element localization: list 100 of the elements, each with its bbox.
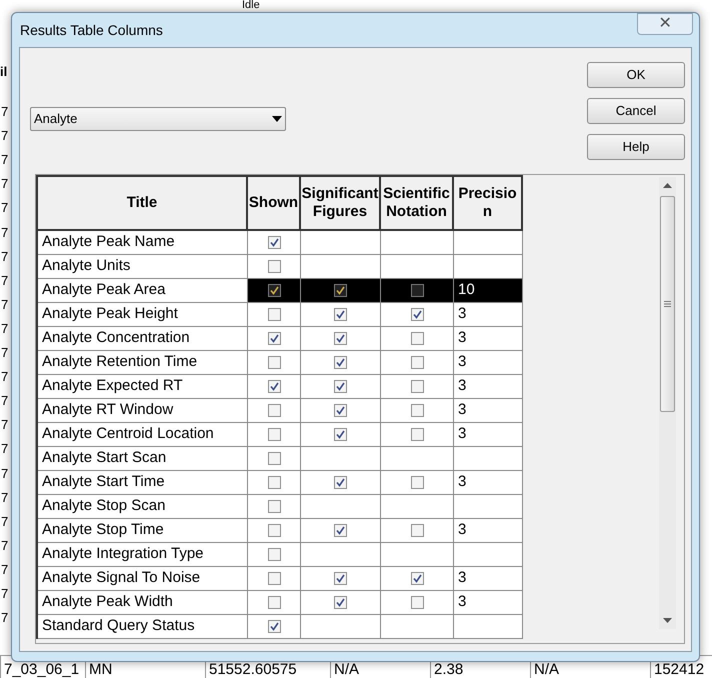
- dialog-button[interactable]: Cancel: [587, 98, 685, 124]
- table-cell-text: 7: [1, 560, 8, 579]
- table-cell-text: 7: [1, 488, 8, 507]
- table-cell-text: 7: [1, 272, 8, 290]
- table-cell: Analyte Stop Time: [38, 519, 248, 543]
- table-cell: Analyte Retention Time: [38, 351, 248, 375]
- table-cell: Analyte Signal To Noise: [38, 567, 248, 591]
- checkbox[interactable]: [268, 428, 280, 441]
- table-cell-text: 7: [1, 368, 8, 386]
- checkbox[interactable]: [334, 476, 347, 489]
- table-cell-text: 7: [1, 585, 8, 603]
- status-text: Idle: [242, 0, 260, 11]
- checkbox[interactable]: [268, 620, 280, 633]
- checkbox[interactable]: [334, 284, 347, 297]
- checkbox[interactable]: [334, 572, 347, 585]
- table-cell: Analyte Centroid Location: [38, 423, 248, 447]
- checkbox[interactable]: [268, 260, 280, 273]
- table-cell: 10: [454, 279, 523, 303]
- table-cell-text: 7: [1, 199, 8, 218]
- close-button[interactable]: ✕: [637, 13, 693, 35]
- table-cell-text: 7: [1, 440, 8, 458]
- checkbox[interactable]: [268, 380, 280, 393]
- column-header: Precision: [454, 177, 523, 231]
- table-cell-text: 7: [1, 320, 8, 338]
- checkbox[interactable]: [410, 308, 424, 321]
- dropdown-arrow-icon: [272, 116, 282, 122]
- checkbox[interactable]: [334, 524, 347, 537]
- checkbox[interactable]: [268, 356, 280, 369]
- checkbox[interactable]: [410, 380, 424, 393]
- checkbox[interactable]: [268, 524, 280, 537]
- table-cell: Analyte Peak Height: [38, 303, 248, 327]
- checkbox[interactable]: [268, 236, 280, 249]
- column-header: Shown: [248, 177, 301, 231]
- table-cell-text: 7: [1, 248, 8, 266]
- dropdown[interactable]: Analyte: [30, 107, 286, 131]
- checkbox[interactable]: [268, 404, 280, 417]
- table-cell: 3: [454, 303, 523, 327]
- scrollbar[interactable]: [659, 177, 676, 629]
- table-cell: Analyte Concentration: [38, 327, 248, 351]
- checkbox[interactable]: [410, 524, 424, 537]
- table-cell: Analyte RT Window: [38, 399, 248, 423]
- table-cell: Analyte Integration Type: [38, 543, 248, 567]
- scroll-down-icon[interactable]: [663, 618, 672, 623]
- table-cell-text: 7: [1, 609, 8, 628]
- table-cell: Analyte Peak Width: [38, 591, 248, 615]
- checkbox[interactable]: [334, 428, 347, 441]
- table-cell-text: 7: [1, 344, 8, 362]
- checkbox[interactable]: [410, 476, 424, 489]
- checkbox[interactable]: [268, 572, 280, 585]
- table-cell: Analyte Units: [38, 255, 248, 279]
- checkbox[interactable]: [410, 596, 424, 609]
- table-cell: 3: [454, 591, 523, 615]
- table-cell-text: 7: [1, 464, 8, 482]
- table-cell: Analyte Start Time: [38, 471, 248, 495]
- checkbox[interactable]: [410, 428, 424, 441]
- table-cell-text: 7: [1, 536, 8, 555]
- dialog-button[interactable]: OK: [587, 62, 685, 88]
- table-cell-text: 7: [1, 296, 8, 314]
- checkbox[interactable]: [334, 356, 347, 369]
- checkbox[interactable]: [268, 548, 280, 561]
- checkbox[interactable]: [334, 332, 347, 345]
- table-cell: Analyte Stop Scan: [38, 495, 248, 519]
- checkbox[interactable]: [268, 596, 280, 609]
- checkbox[interactable]: [268, 452, 280, 465]
- checkbox[interactable]: [268, 284, 280, 297]
- table-cell: 3: [454, 327, 523, 351]
- column-header: Scientific Notation: [381, 177, 454, 231]
- checkbox[interactable]: [268, 476, 280, 489]
- checkbox[interactable]: [410, 572, 424, 585]
- checkbox[interactable]: [410, 356, 424, 369]
- checkbox[interactable]: [334, 308, 347, 321]
- checkbox[interactable]: [410, 332, 424, 345]
- table-cell: 3: [454, 567, 523, 591]
- table-cell-text: 7: [1, 392, 8, 410]
- checkbox[interactable]: [334, 404, 347, 417]
- checkbox[interactable]: [334, 596, 347, 609]
- checkbox[interactable]: [410, 284, 424, 297]
- table-cell: Analyte Start Scan: [38, 447, 248, 471]
- dialog-button[interactable]: Help: [587, 134, 685, 160]
- table-cell: Analyte Expected RT: [38, 375, 248, 399]
- table-cell-text: 7: [1, 512, 8, 531]
- table-cell: Analyte Peak Area: [38, 279, 248, 303]
- table-cell-text: 7: [1, 175, 8, 194]
- checkbox[interactable]: [334, 380, 347, 393]
- scroll-up-icon[interactable]: [663, 183, 672, 188]
- table-cell: 3: [454, 471, 523, 495]
- checkbox[interactable]: [268, 332, 280, 345]
- grip-icon: [664, 301, 671, 307]
- checkbox[interactable]: [268, 500, 280, 513]
- table-cell-text: 7: [1, 224, 8, 242]
- table-cell-text: 7: [1, 103, 8, 121]
- column-header: Title: [38, 177, 248, 231]
- checkbox[interactable]: [410, 404, 424, 417]
- checkbox[interactable]: [268, 308, 280, 321]
- scrollbar-thumb[interactable]: [660, 196, 675, 412]
- table-cell: Standard Query Status: [38, 615, 248, 639]
- column-header-text: il: [0, 63, 8, 81]
- table-cell: 3: [454, 351, 523, 375]
- table-cell: 3: [454, 399, 523, 423]
- table-cell-text: 7: [1, 416, 8, 434]
